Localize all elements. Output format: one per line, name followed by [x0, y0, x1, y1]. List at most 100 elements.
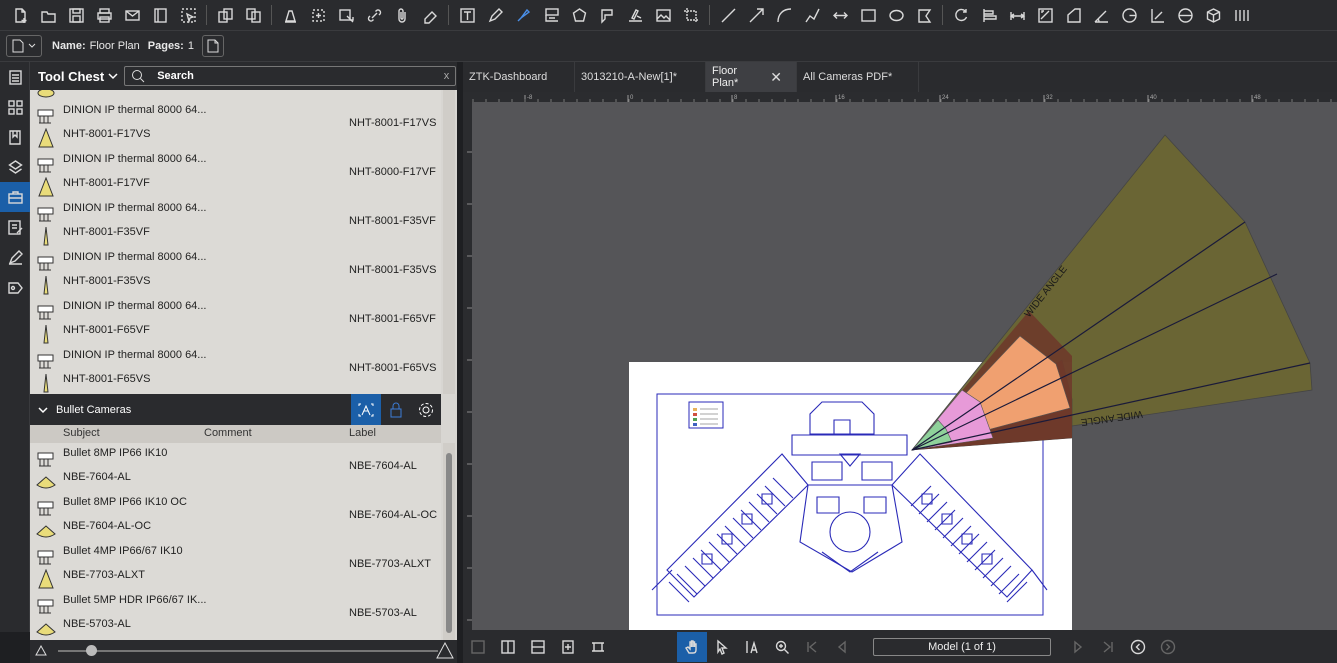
document-tab[interactable]: Floor Plan* ✕ [706, 62, 797, 92]
link-button[interactable] [360, 3, 388, 27]
sync-button[interactable] [553, 632, 583, 662]
measure-radius-button[interactable] [1115, 3, 1143, 27]
snapshot-button[interactable] [332, 3, 360, 27]
back-view-button[interactable] [1123, 632, 1153, 662]
search-input[interactable]: Search x [124, 66, 457, 86]
document-menu-button[interactable] [6, 35, 42, 57]
settings-button[interactable] [411, 394, 441, 425]
rectangle-button[interactable] [854, 3, 882, 27]
previous-page-button[interactable] [827, 632, 857, 662]
more-button[interactable] [1227, 3, 1255, 27]
save-button[interactable] [62, 3, 90, 27]
close-tab-icon[interactable]: ✕ [770, 69, 782, 86]
pan-tool-button[interactable] [677, 631, 707, 662]
tool-item[interactable]: DINION IP thermal 8000 64... NHT-8001-F35… [30, 247, 441, 296]
scrollbar-thumb[interactable] [446, 453, 452, 633]
icon-size-slider[interactable] [58, 650, 438, 652]
callout-button[interactable] [537, 3, 565, 27]
next-page-button[interactable] [1063, 632, 1093, 662]
cloud-button[interactable] [910, 3, 938, 27]
bullet-item[interactable]: Bullet 8MP IP66 IK10 NBE-7604-AL NBE-7604-… [30, 443, 441, 492]
arrow-callout-button[interactable] [593, 3, 621, 27]
forward-view-button[interactable] [1153, 632, 1183, 662]
measure-circle-button[interactable] [1171, 3, 1199, 27]
rotate-button[interactable] [947, 3, 975, 27]
document-tab[interactable]: ZTK-Dashboard [463, 62, 575, 92]
bullet-item[interactable]: Bullet 5MP HDR IP66/67 IK... NBE-5703-AL N… [30, 590, 441, 639]
rail-tool-chest[interactable] [0, 182, 30, 212]
rail-signatures[interactable] [0, 242, 30, 272]
highlighter-button[interactable] [509, 3, 537, 27]
compare-button[interactable] [583, 632, 613, 662]
attachment-button[interactable] [388, 3, 416, 27]
insert-page-button[interactable] [211, 3, 239, 27]
tool-item[interactable]: DINION IP thermal 8000 64... NHT-8001-F65… [30, 296, 441, 345]
rail-bookmarks[interactable] [0, 122, 30, 152]
arrow-button[interactable] [742, 3, 770, 27]
measure-volume-button[interactable] [1199, 3, 1227, 27]
select-tool-button[interactable] [707, 632, 737, 662]
chevron-down-icon[interactable] [108, 72, 118, 80]
tool-item[interactable]: DINION IP thermal 8000 64... NHT-8001-F35… [30, 198, 441, 247]
properties-mode-button[interactable] [351, 394, 381, 425]
thermal-list-scrollbar[interactable] [443, 90, 455, 394]
chevron-down-icon[interactable] [38, 406, 48, 414]
polyline-button[interactable] [798, 3, 826, 27]
polygon-button[interactable] [565, 3, 593, 27]
select-text-button[interactable] [737, 632, 767, 662]
drawing-canvas[interactable]: WIDE ANGLE WIDE ANGLE [472, 102, 1337, 630]
single-page-button[interactable] [463, 632, 493, 662]
measure-diameter-button[interactable] [1143, 3, 1171, 27]
highlight-button[interactable] [276, 3, 304, 27]
replace-page-button[interactable] [239, 3, 267, 27]
rail-grid[interactable] [0, 92, 30, 122]
email-button[interactable] [118, 3, 146, 27]
align-button[interactable] [975, 3, 1003, 27]
arc-button[interactable] [770, 3, 798, 27]
icon-size-slider-knob[interactable] [86, 645, 97, 656]
tool-item[interactable]: DINION IP thermal 8000 64... NHT-8001-F17… [30, 100, 441, 149]
image-button[interactable] [649, 3, 677, 27]
stamp-button[interactable] [304, 3, 332, 27]
document-tab[interactable]: 3013210-A-New[1]* [575, 62, 706, 92]
open-folder-button[interactable] [34, 3, 62, 27]
crop-button[interactable] [677, 3, 705, 27]
rail-layers[interactable] [0, 152, 30, 182]
measure-angle-button[interactable] [1087, 3, 1115, 27]
document-tab[interactable]: All Cameras PDF* [797, 62, 919, 92]
bullet-item[interactable]: Bullet 4MP IP66/67 IK10 NBE-7703-ALXT NBE-… [30, 541, 441, 590]
select-button[interactable] [174, 3, 202, 27]
first-page-button[interactable] [797, 632, 827, 662]
bullet-item[interactable]: Bullet 8MP IP66 IK10 OC NBE-7604-AL-OC NBE… [30, 492, 441, 541]
zoom-button[interactable] [767, 632, 797, 662]
bullet-cameras-header[interactable]: Bullet Cameras [30, 394, 441, 425]
rail-markups[interactable] [0, 212, 30, 242]
column-label[interactable]: Label [349, 427, 376, 439]
bullet-list-scrollbar[interactable] [443, 443, 455, 640]
measure-perimeter-button[interactable] [1059, 3, 1087, 27]
page-indicator[interactable]: Model (1 of 1) [873, 637, 1051, 656]
tool-item[interactable]: DINION IP thermal 8000 64... NHT-8001-F65… [30, 345, 441, 394]
eraser-button[interactable] [416, 3, 444, 27]
tool-item[interactable]: DINION IP thermal 8000 64... NHT-8000-F17… [30, 149, 441, 198]
lock-button[interactable] [381, 394, 411, 425]
text-box-button[interactable] [453, 3, 481, 27]
measure-length-button[interactable] [1003, 3, 1031, 27]
dimension-button[interactable] [826, 3, 854, 27]
split-vertical-button[interactable] [493, 632, 523, 662]
line-button[interactable] [714, 3, 742, 27]
last-page-button[interactable] [1093, 632, 1123, 662]
print-button[interactable] [90, 3, 118, 27]
pen-button[interactable] [481, 3, 509, 27]
new-document-button[interactable] [6, 3, 34, 27]
column-comment[interactable]: Comment [204, 427, 252, 439]
column-subject[interactable]: Subject [63, 427, 100, 439]
rail-thumbnails[interactable] [0, 62, 30, 92]
signature-button[interactable] [621, 3, 649, 27]
split-horizontal-button[interactable] [523, 632, 553, 662]
measure-area-button[interactable] [1031, 3, 1059, 27]
clear-search-button[interactable]: x [444, 70, 450, 82]
panel-button[interactable] [146, 3, 174, 27]
rail-tags[interactable] [0, 272, 30, 302]
page-setup-button[interactable] [201, 35, 224, 57]
